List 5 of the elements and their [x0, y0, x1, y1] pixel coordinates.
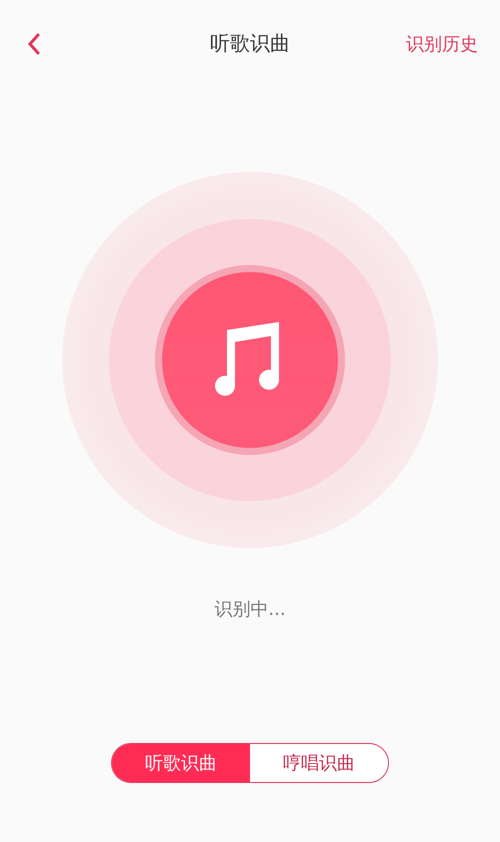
page-title: 听歌识曲: [210, 30, 290, 57]
history-link[interactable]: 识别历史: [406, 31, 478, 58]
mode-tab[interactable]: 听歌识曲: [112, 744, 250, 782]
status-text: 识别中...: [214, 598, 286, 622]
mode-tab[interactable]: 哼唱识曲: [250, 744, 388, 782]
